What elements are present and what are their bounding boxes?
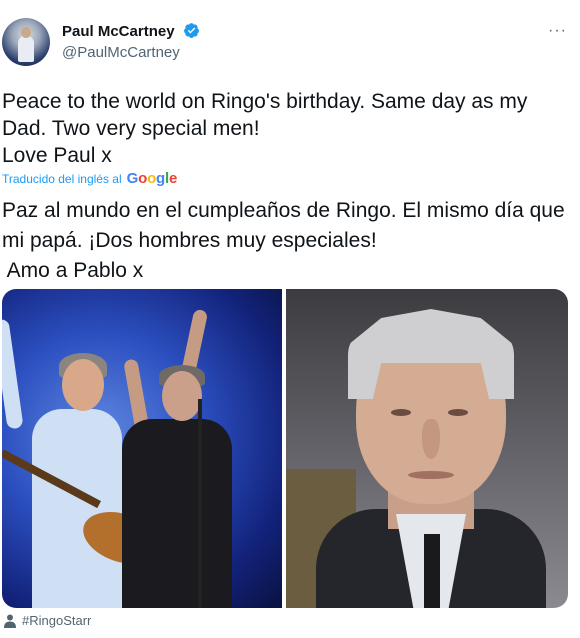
photo-detail [448, 409, 468, 416]
tweet-line: Love Paul x [2, 144, 112, 167]
author-name-row[interactable]: Paul McCartney [62, 22, 200, 40]
photo-detail [2, 318, 24, 430]
photo-detail [122, 419, 232, 608]
person-icon [4, 614, 16, 628]
tagged-hashtag-row[interactable]: #RingoStarr [4, 613, 91, 628]
google-letter: G [126, 170, 139, 187]
google-logo: Google [127, 170, 178, 187]
translation-attribution[interactable]: Traducido del inglés al Google [2, 170, 177, 187]
google-letter: o [147, 170, 157, 187]
translation-label[interactable]: Traducido del inglés al [2, 172, 122, 186]
author-avatar[interactable] [2, 18, 50, 66]
translated-text: Paz al mundo en el cumpleaños de Ringo. … [2, 196, 574, 286]
google-letter: e [168, 170, 178, 187]
concert-photo[interactable] [2, 289, 282, 608]
photo-detail [162, 371, 202, 421]
author-handle[interactable]: @PaulMcCartney [62, 44, 180, 61]
translated-line: Amo a Pablo x [2, 259, 144, 282]
photo-detail [62, 359, 104, 411]
tweet-text: Peace to the world on Ringo's birthday. … [2, 88, 574, 169]
google-letter: o [138, 170, 148, 187]
verified-badge-icon [183, 23, 199, 38]
photo-detail [391, 409, 411, 416]
hashtag-link[interactable]: #RingoStarr [22, 613, 91, 628]
photo-detail [408, 471, 454, 479]
photo-detail [424, 534, 440, 608]
portrait-photo[interactable] [286, 289, 568, 608]
avatar-head [21, 27, 31, 38]
avatar-figure [18, 36, 34, 62]
tweet-line: Peace to the world on Ringo's birthday. … [2, 90, 528, 140]
media-grid [2, 289, 568, 608]
photo-detail [422, 419, 440, 459]
author-name[interactable]: Paul McCartney [62, 23, 175, 40]
photo-detail [32, 409, 122, 608]
more-options-icon[interactable]: ··· [548, 22, 567, 40]
translated-line: Paz al mundo en el cumpleaños de Ringo. … [2, 199, 565, 252]
photo-detail [198, 399, 202, 608]
google-letter: g [156, 170, 165, 187]
